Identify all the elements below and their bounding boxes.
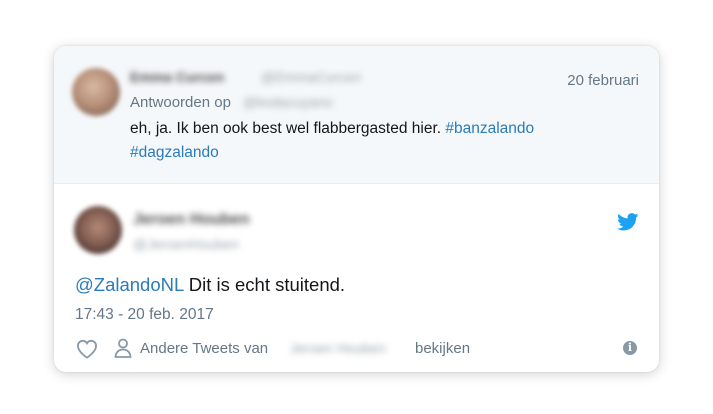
author-name[interactable]: Jeroen Houben — [133, 211, 249, 229]
heart-icon[interactable] — [76, 339, 98, 359]
twitter-bird-icon[interactable] — [617, 213, 639, 231]
more-tweets-author[interactable]: Jeroen Houben — [290, 340, 386, 356]
more-tweets-link[interactable]: Andere Tweets van — [140, 340, 268, 357]
author-avatar[interactable] — [74, 206, 122, 254]
hashtag-dagzalando[interactable]: #dagzalando — [130, 144, 219, 161]
parent-avatar[interactable] — [72, 68, 120, 116]
tweet-actions: Andere Tweets van Jeroen Houben bekijken… — [54, 334, 659, 364]
info-icon[interactable]: i — [623, 341, 637, 355]
person-icon[interactable] — [114, 338, 132, 358]
parent-date[interactable]: 20 februari — [567, 72, 639, 89]
parent-tweet-text: eh, ja. Ik ben ook best wel flabbergaste… — [130, 117, 580, 165]
parent-tweet[interactable]: Emma Curcen @EmmaCurcen 20 februari Antw… — [54, 46, 659, 184]
tweet-timestamp[interactable]: 17:43 - 20 feb. 2017 — [75, 306, 214, 324]
parent-text-body: eh, ja. Ik ben ook best wel flabbergaste… — [130, 120, 446, 137]
tweet-text: @ZalandoNL Dit is echt stuitend. — [75, 274, 345, 296]
mention-zalandonl[interactable]: @ZalandoNL — [75, 274, 184, 295]
parent-author-handle[interactable]: @EmmaCurcen — [261, 69, 361, 85]
reply-to-label: Antwoorden op — [130, 94, 231, 111]
author-handle[interactable]: @JeroenHouben — [133, 236, 239, 252]
tweet-text-body: Dit is echt stuitend. — [183, 274, 346, 295]
embedded-tweet-card: Emma Curcen @EmmaCurcen 20 februari Antw… — [54, 46, 659, 372]
parent-author-name[interactable]: Emma Curcen — [130, 69, 224, 85]
hashtag-banzalando[interactable]: #banzalando — [445, 120, 534, 137]
reply-to-handle[interactable]: @kodacuyano — [243, 94, 333, 110]
more-tweets-suffix[interactable]: bekijken — [415, 340, 470, 357]
